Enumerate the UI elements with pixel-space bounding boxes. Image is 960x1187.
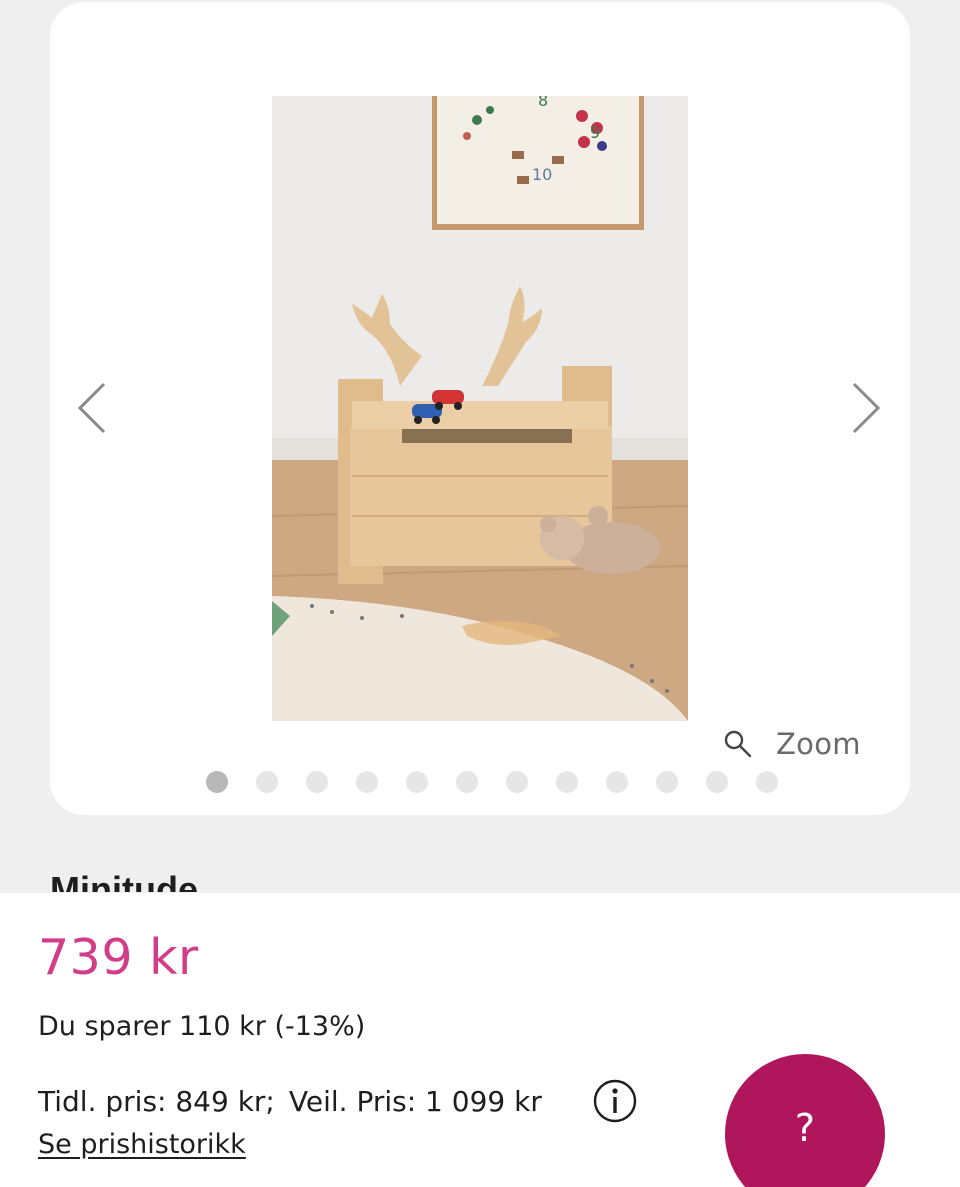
zoom-button[interactable]: Zoom bbox=[722, 724, 861, 764]
pagination-dot[interactable] bbox=[356, 771, 378, 793]
pagination-dot[interactable] bbox=[256, 771, 278, 793]
pagination-dot[interactable] bbox=[756, 771, 778, 793]
product-image[interactable]: 8 9 10 bbox=[272, 96, 688, 721]
current-price: 739 kr bbox=[38, 929, 199, 986]
product-gallery: 8 9 10 Zoom bbox=[50, 2, 910, 815]
pagination-dot[interactable] bbox=[556, 771, 578, 793]
svg-text:10: 10 bbox=[532, 165, 552, 184]
price-panel: 739 kr Du sparer 110 kr (-13%) Tidl. pri… bbox=[0, 893, 960, 1187]
previous-price: Tidl. pris: 849 kr; bbox=[38, 1085, 275, 1118]
pagination-dot[interactable] bbox=[406, 771, 428, 793]
pagination-dot[interactable] bbox=[606, 771, 628, 793]
savings-text: Du sparer 110 kr (-13%) bbox=[38, 1011, 366, 1042]
chevron-left-icon bbox=[77, 382, 106, 434]
pagination-dot[interactable] bbox=[506, 771, 528, 793]
product-photo: 8 9 10 bbox=[272, 96, 688, 721]
price-history-link[interactable]: Se prishistorikk bbox=[38, 1129, 246, 1160]
svg-text:8: 8 bbox=[538, 96, 548, 110]
help-button[interactable]: ? bbox=[725, 1054, 885, 1187]
magnifier-icon bbox=[724, 730, 752, 758]
chevron-right-icon bbox=[852, 382, 881, 434]
zoom-label: Zoom bbox=[776, 727, 861, 761]
svg-text:9: 9 bbox=[590, 123, 600, 142]
previous-image-button[interactable] bbox=[72, 378, 112, 438]
next-image-button[interactable] bbox=[846, 378, 886, 438]
image-pagination bbox=[206, 771, 778, 793]
price-info-button[interactable] bbox=[593, 1079, 637, 1123]
pagination-dot[interactable] bbox=[206, 771, 228, 793]
previous-prices: Tidl. pris: 849 kr; Veil. Pris: 1 099 kr bbox=[38, 1085, 542, 1118]
pagination-dot[interactable] bbox=[456, 771, 478, 793]
pagination-dot[interactable] bbox=[656, 771, 678, 793]
pagination-dot[interactable] bbox=[306, 771, 328, 793]
pagination-dot[interactable] bbox=[706, 771, 728, 793]
recommended-price: Veil. Pris: 1 099 kr bbox=[288, 1085, 542, 1118]
info-icon bbox=[593, 1079, 637, 1123]
brand-name: Minitude bbox=[50, 869, 198, 892]
